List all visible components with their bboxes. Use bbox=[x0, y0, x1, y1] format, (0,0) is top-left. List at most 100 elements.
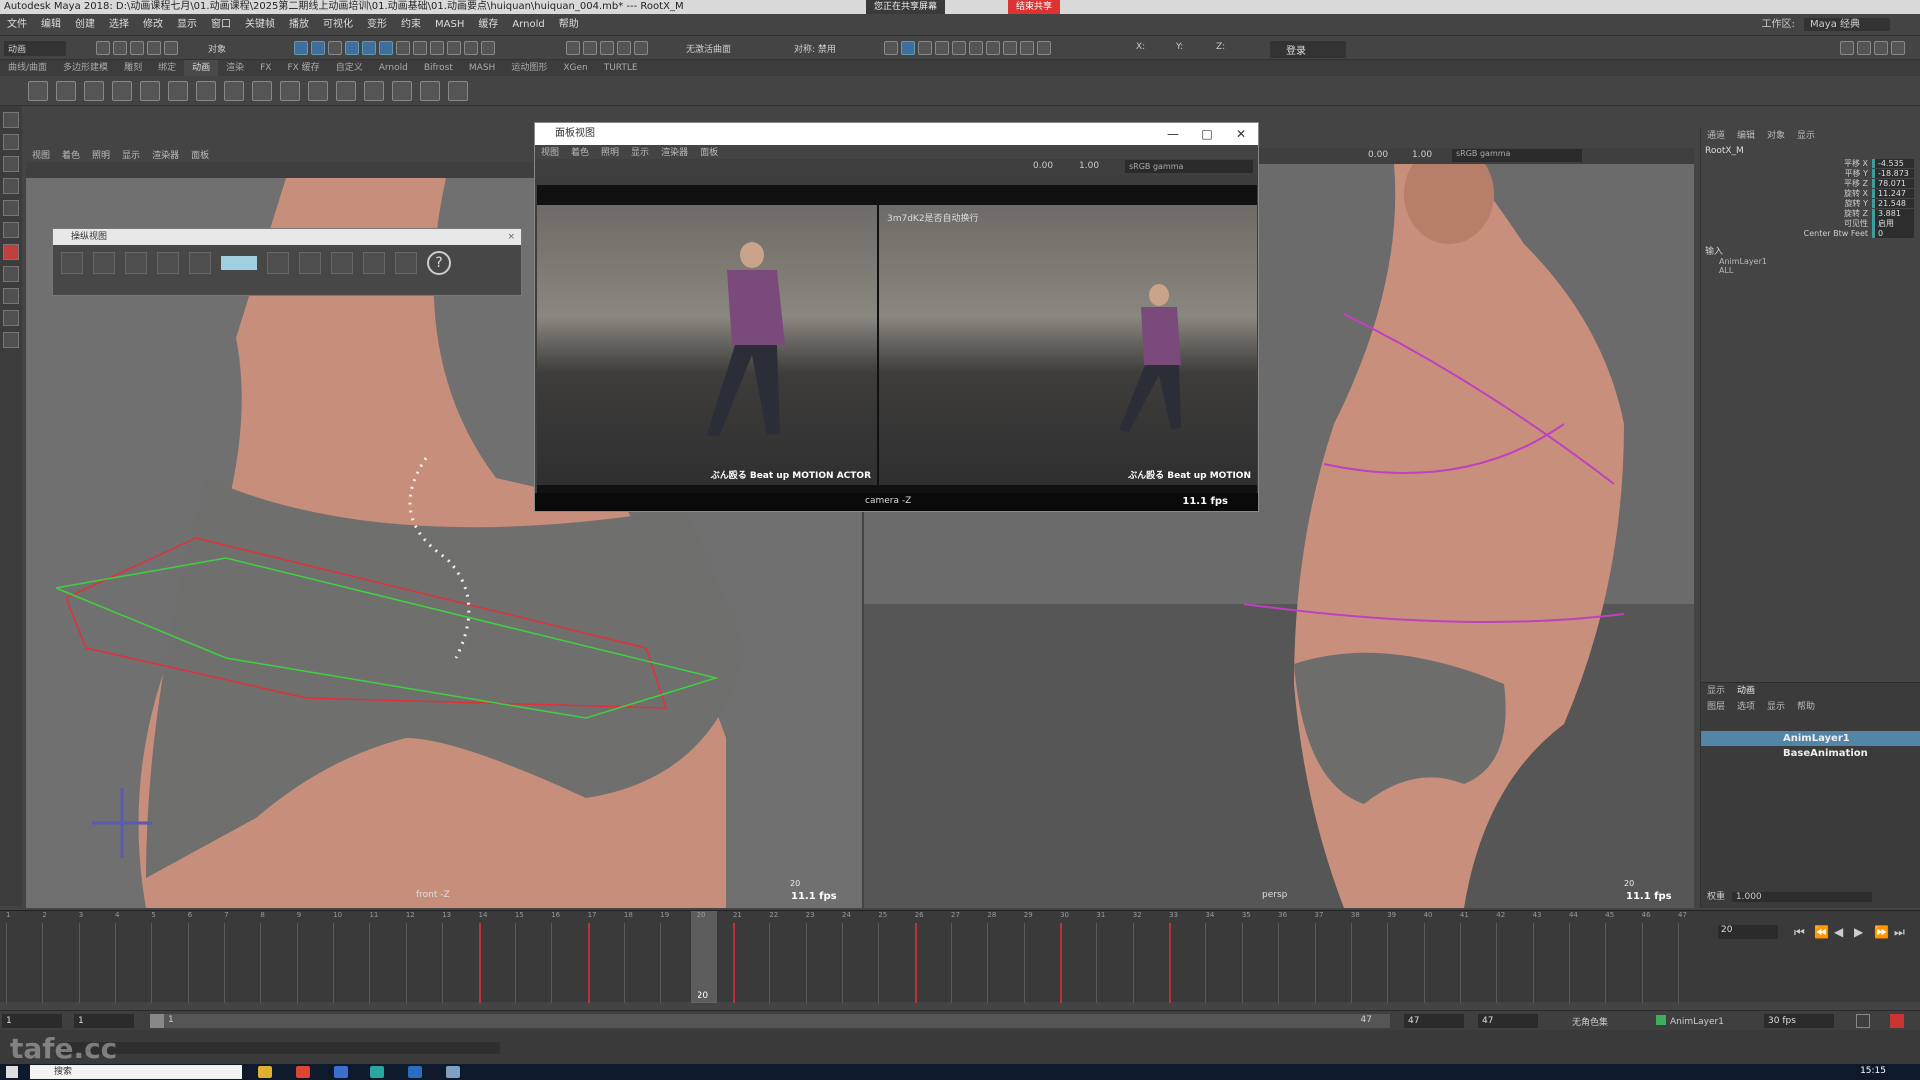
keyframe-marker[interactable] bbox=[1060, 923, 1063, 1003]
modeling-toolkit-icon[interactable] bbox=[1840, 41, 1854, 55]
dynamic-mask-icon[interactable] bbox=[430, 41, 444, 55]
video-colorspace[interactable]: sRGB gamma bbox=[1125, 160, 1253, 173]
new-scene-icon[interactable] bbox=[96, 41, 110, 55]
anim-layer-row[interactable]: AnimLayer1 bbox=[1701, 731, 1920, 746]
command-input[interactable] bbox=[60, 1042, 500, 1054]
loop-icon[interactable] bbox=[1856, 1014, 1870, 1028]
vw-menu-view[interactable]: 视图 bbox=[535, 146, 565, 160]
shelf-tab-motion-graphics[interactable]: 运动图形 bbox=[503, 60, 555, 76]
close-icon[interactable]: × bbox=[507, 229, 515, 245]
file-explorer-icon[interactable] bbox=[258, 1066, 272, 1078]
shelf-tab-curves[interactable]: 曲线/曲面 bbox=[0, 60, 55, 76]
menu-modify[interactable]: 修改 bbox=[136, 14, 170, 36]
attr-value[interactable]: 0 bbox=[1872, 228, 1914, 238]
vp-menu-show[interactable]: 显示 bbox=[116, 149, 146, 163]
meeting-icon[interactable] bbox=[408, 1066, 422, 1078]
render-view-icon[interactable] bbox=[935, 41, 949, 55]
symmetry-label[interactable]: 对称: 禁用 bbox=[794, 42, 836, 55]
render-current-icon[interactable] bbox=[952, 41, 966, 55]
construction-history-icon[interactable] bbox=[918, 41, 932, 55]
ghost-frames-icon[interactable] bbox=[331, 252, 353, 274]
snap-view-plane-icon[interactable] bbox=[617, 41, 631, 55]
layer-menu-options[interactable]: 选项 bbox=[1731, 699, 1761, 715]
menu-constrain[interactable]: 约束 bbox=[394, 14, 428, 36]
layer-menu-layers[interactable]: 图层 bbox=[1701, 699, 1731, 715]
ghost-icon[interactable] bbox=[140, 81, 160, 101]
goto-end-button[interactable]: ⏭ bbox=[1894, 925, 1905, 940]
workspace-value[interactable]: Maya 经典 bbox=[1804, 18, 1890, 31]
shelf-tab-animation[interactable]: 动画 bbox=[184, 60, 219, 76]
attr-row[interactable]: 平移 X -4.535 bbox=[1701, 158, 1920, 168]
range-slider[interactable]: 1 47 bbox=[150, 1014, 1390, 1028]
marker-icon[interactable] bbox=[189, 252, 211, 274]
pencil-icon[interactable] bbox=[125, 252, 147, 274]
curve-tool-icon[interactable] bbox=[308, 81, 328, 101]
inputs-header[interactable]: 输入 bbox=[1701, 238, 1920, 257]
menu-mash[interactable]: MASH bbox=[428, 14, 471, 36]
tool-settings-icon[interactable] bbox=[1874, 41, 1888, 55]
vp-menu-lighting[interactable]: 照明 bbox=[86, 149, 116, 163]
taskbar-search[interactable]: 搜索 bbox=[30, 1065, 242, 1079]
menuset-dropdown[interactable]: 动画 bbox=[4, 41, 67, 56]
shelf-tab-bifrost[interactable]: Bifrost bbox=[416, 60, 461, 76]
input-ops-icon[interactable] bbox=[884, 41, 898, 55]
anim-layer-row[interactable]: BaseAnimation bbox=[1701, 746, 1920, 761]
move-tool-icon[interactable] bbox=[3, 178, 19, 194]
import-icon[interactable] bbox=[363, 252, 385, 274]
misc-mask-icon[interactable] bbox=[464, 41, 478, 55]
attr-value[interactable]: 3.881 bbox=[1872, 208, 1914, 218]
single-pane-icon[interactable] bbox=[3, 266, 19, 282]
menu-edit[interactable]: 编辑 bbox=[34, 14, 68, 36]
anim-layer-dropdown[interactable]: AnimLayer1 bbox=[1656, 1015, 1724, 1027]
selected-object-name[interactable]: RootX_M bbox=[1701, 144, 1920, 158]
tab-anim-layers[interactable]: 动画 bbox=[1731, 683, 1761, 699]
paint-select-icon[interactable] bbox=[3, 156, 19, 172]
cb-menu-edit[interactable]: 编辑 bbox=[1731, 128, 1761, 144]
keyframe-marker[interactable] bbox=[478, 923, 481, 1003]
cv-curve-icon[interactable] bbox=[448, 81, 468, 101]
keyframe-marker[interactable] bbox=[732, 923, 735, 1003]
create-frame-icon[interactable] bbox=[61, 252, 83, 274]
bind-skin-icon[interactable] bbox=[252, 81, 272, 101]
attr-row[interactable]: 平移 Y -18.873 bbox=[1701, 168, 1920, 178]
color-swatch-icon[interactable] bbox=[221, 256, 257, 270]
brush-icon[interactable] bbox=[157, 252, 179, 274]
shelf-tab-rigging[interactable]: 绑定 bbox=[150, 60, 184, 76]
set-key-icon[interactable] bbox=[84, 81, 104, 101]
menu-arnold[interactable]: Arnold bbox=[505, 14, 551, 36]
shelf-tab-turtle[interactable]: TURTLE bbox=[596, 60, 646, 76]
shelf-tab-xgen[interactable]: XGen bbox=[555, 60, 595, 76]
menu-display[interactable]: 显示 bbox=[170, 14, 204, 36]
menu-help[interactable]: 帮助 bbox=[552, 14, 586, 36]
snap-curve-icon[interactable] bbox=[583, 41, 597, 55]
render-mask-icon[interactable] bbox=[447, 41, 461, 55]
minimize-button[interactable]: — bbox=[1156, 123, 1190, 145]
cb-menu-object[interactable]: 对象 bbox=[1761, 128, 1791, 144]
ik-handle-icon[interactable] bbox=[224, 81, 244, 101]
vw-menu-renderer[interactable]: 渲染器 bbox=[655, 146, 694, 160]
playback-end-field[interactable]: 47 bbox=[1404, 1014, 1464, 1028]
animation-start-field[interactable]: 1 bbox=[2, 1014, 62, 1028]
character-set-dropdown[interactable]: 无角色集 bbox=[1572, 1015, 1608, 1028]
shelf-tab-fx[interactable]: FX bbox=[252, 60, 279, 76]
select-tool-icon[interactable] bbox=[3, 112, 19, 128]
trax-editor-icon[interactable] bbox=[112, 81, 132, 101]
motion-trail-icon[interactable] bbox=[168, 81, 188, 101]
maximize-button[interactable]: □ bbox=[1190, 123, 1224, 145]
graph-editor-icon[interactable] bbox=[28, 81, 48, 101]
tab-display-layers[interactable]: 显示 bbox=[1701, 683, 1731, 699]
menu-visualize[interactable]: 可视化 bbox=[316, 14, 360, 36]
shelf-tab-sculpt[interactable]: 雕刻 bbox=[116, 60, 150, 76]
layer-menu-help[interactable]: 帮助 bbox=[1791, 699, 1821, 715]
snap-point-icon[interactable] bbox=[600, 41, 614, 55]
handle-mask-icon[interactable] bbox=[345, 41, 359, 55]
attr-value[interactable]: -18.873 bbox=[1872, 168, 1914, 178]
keyframe-marker[interactable] bbox=[1169, 923, 1172, 1003]
paint-icon[interactable] bbox=[446, 1066, 460, 1078]
vw-menu-panels[interactable]: 面板 bbox=[694, 146, 724, 160]
attr-value[interactable]: 11.247 bbox=[1872, 188, 1914, 198]
keyframe-marker[interactable] bbox=[587, 923, 590, 1003]
vp-menu-view[interactable]: 视图 bbox=[26, 149, 56, 163]
menu-deform[interactable]: 变形 bbox=[360, 14, 394, 36]
save-scene-icon[interactable] bbox=[130, 41, 144, 55]
